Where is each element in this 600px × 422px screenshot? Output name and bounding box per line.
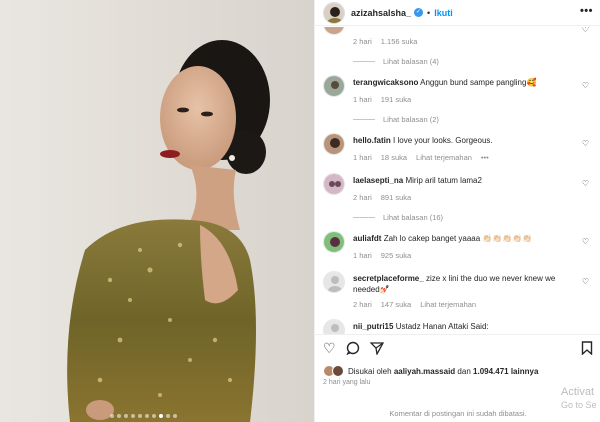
- comment-time: 1 hari: [353, 251, 372, 260]
- comment-likes[interactable]: 147 suka: [381, 300, 411, 309]
- comment-time: 2 hari: [353, 193, 372, 202]
- post-side-panel: azizahsalsha_ ✓ • Ikuti ••• 2 hari 1.156…: [314, 0, 600, 422]
- comment-body: terangwicaksono Anggun bund sampe pangli…: [353, 77, 577, 88]
- comment-avatar[interactable]: [323, 27, 345, 35]
- comment-meta: 1 hari 191 suka: [353, 95, 411, 104]
- liked-by-prefix: Disukai oleh: [348, 366, 392, 376]
- comment-body: auliafdt Zah lo cakep banget yaaaa 👏🏻👏🏻👏…: [353, 233, 577, 244]
- carousel-dot[interactable]: [173, 414, 177, 418]
- comment-username[interactable]: laelasepti_na: [353, 176, 403, 185]
- comments-disabled-notice: Komentar di postingan ini sudah dibatasi…: [389, 409, 527, 418]
- carousel-dot[interactable]: [145, 414, 149, 418]
- comment-meta: 2 hari 1.156 suka: [353, 37, 417, 46]
- comment-username[interactable]: nii_putri15: [353, 322, 393, 331]
- comment-likes[interactable]: 891 suka: [381, 193, 411, 202]
- comment-meta: 2 hari 147 suka Lihat terjemahan: [353, 300, 476, 309]
- comment-avatar[interactable]: [323, 231, 345, 253]
- comment-body: secretplaceforme_ zize x lini the duo we…: [353, 273, 577, 295]
- comment-username[interactable]: terangwicaksono: [353, 78, 418, 87]
- comment-likes[interactable]: 925 suka: [381, 251, 411, 260]
- comment-likes[interactable]: 18 suka: [381, 153, 407, 162]
- watermark-line1: Activat: [561, 386, 595, 398]
- comment-username[interactable]: hello.fatin: [353, 136, 391, 145]
- carousel-dot[interactable]: [152, 414, 156, 418]
- watermark-line2: Go to Se: [561, 400, 597, 410]
- share-icon[interactable]: [368, 341, 384, 357]
- post-actions: ♡ Disukai oleh aaliyah.massaid dan 1.094…: [315, 334, 600, 422]
- likes-count[interactable]: 1.094.471 lainnya: [473, 367, 538, 376]
- post-photo[interactable]: [0, 0, 314, 422]
- see-translation-link[interactable]: Lihat terjemahan: [420, 300, 476, 309]
- comment-time: 1 hari: [353, 95, 372, 104]
- author-username[interactable]: azizahsalsha_: [351, 8, 411, 18]
- carousel-dot[interactable]: [110, 414, 114, 418]
- photo-illustration: [67, 40, 270, 422]
- verified-badge-icon: ✓: [414, 8, 424, 17]
- comment-text: Mirip aril tatum lama2: [405, 176, 482, 185]
- comment-avatar[interactable]: [323, 319, 345, 334]
- comment-avatar[interactable]: [323, 133, 345, 155]
- comment-avatar[interactable]: [323, 271, 345, 293]
- liked-by-and: dan: [457, 366, 471, 376]
- comment-body: laelasepti_na Mirip aril tatum lama2: [353, 175, 577, 186]
- post-time: 2 hari yang lalu: [323, 379, 371, 386]
- carousel-dot-active[interactable]: [159, 414, 163, 418]
- liker-avatar[interactable]: [332, 365, 344, 377]
- view-replies-link[interactable]: Lihat balasan (2): [353, 115, 439, 124]
- comment-time: 2 hari: [353, 300, 372, 309]
- carousel-dot[interactable]: [117, 414, 121, 418]
- carousel-dot[interactable]: [124, 414, 128, 418]
- comment-likes[interactable]: 1.156 suka: [381, 37, 418, 46]
- comment-text: Ustadz Hanan Attaki Said:: [395, 322, 489, 331]
- comment-likes[interactable]: 191 suka: [381, 95, 411, 104]
- bookmark-icon[interactable]: [581, 341, 593, 360]
- liked-by: Disukai oleh aaliyah.massaid dan 1.094.4…: [323, 365, 538, 377]
- comment-heart-icon[interactable]: ♡: [582, 139, 589, 148]
- view-replies-link[interactable]: Lihat balasan (16): [353, 213, 443, 222]
- follow-button[interactable]: Ikuti: [434, 8, 453, 18]
- view-replies-link[interactable]: Lihat balasan (4): [353, 57, 439, 66]
- liked-by-user[interactable]: aaliyah.massaid: [394, 367, 455, 376]
- action-icons: ♡: [323, 341, 384, 357]
- comment-heart-icon[interactable]: ♡: [582, 237, 589, 246]
- post-header: azizahsalsha_ ✓ • Ikuti •••: [315, 0, 600, 26]
- comment-heart-icon[interactable]: ♡: [582, 179, 589, 188]
- carousel-dot[interactable]: [131, 414, 135, 418]
- see-translation-link[interactable]: Lihat terjemahan: [416, 153, 472, 162]
- header-separator: •: [427, 7, 431, 18]
- comment-text: Anggun bund sampe pangling🥰: [420, 78, 537, 87]
- comment-text: Zah lo cakep banget yaaaa 👏🏻👏🏻👏🏻👏🏻👏🏻: [383, 234, 533, 243]
- comment-heart-icon[interactable]: ♡: [582, 27, 589, 34]
- comment-icon[interactable]: [345, 341, 360, 357]
- comment-time: 1 hari: [353, 153, 372, 162]
- carousel-dot[interactable]: [166, 414, 170, 418]
- carousel-dots: [110, 414, 177, 418]
- more-options-icon[interactable]: •••: [580, 6, 593, 17]
- comment-body: nii_putri15 Ustadz Hanan Attaki Said:: [353, 321, 577, 332]
- carousel-dot[interactable]: [138, 414, 142, 418]
- comment-meta: 2 hari 891 suka: [353, 193, 411, 202]
- comment-avatar[interactable]: [323, 173, 345, 195]
- comment-body: hello.fatin I love your looks. Gorgeous.: [353, 135, 577, 146]
- comment-username[interactable]: auliafdt: [353, 234, 381, 243]
- comment-username[interactable]: secretplaceforme_: [353, 274, 424, 283]
- comment-time: 2 hari: [353, 37, 372, 46]
- comment-more-icon[interactable]: •••: [481, 153, 489, 162]
- comment-heart-icon[interactable]: ♡: [582, 277, 589, 286]
- heart-icon[interactable]: ♡: [323, 341, 336, 357]
- comment-avatar[interactable]: [323, 75, 345, 97]
- activate-windows-watermark: Activat Go to Se: [561, 386, 597, 412]
- comment-meta: 1 hari 18 suka Lihat terjemahan •••: [353, 153, 489, 162]
- comment-text: I love your looks. Gorgeous.: [393, 136, 493, 145]
- comment-meta: 1 hari 925 suka: [353, 251, 411, 260]
- comments-list[interactable]: 2 hari 1.156 suka Lihat balasan (4) ♡ te…: [315, 27, 600, 334]
- author-avatar[interactable]: [323, 1, 345, 24]
- comment-heart-icon[interactable]: ♡: [582, 81, 589, 90]
